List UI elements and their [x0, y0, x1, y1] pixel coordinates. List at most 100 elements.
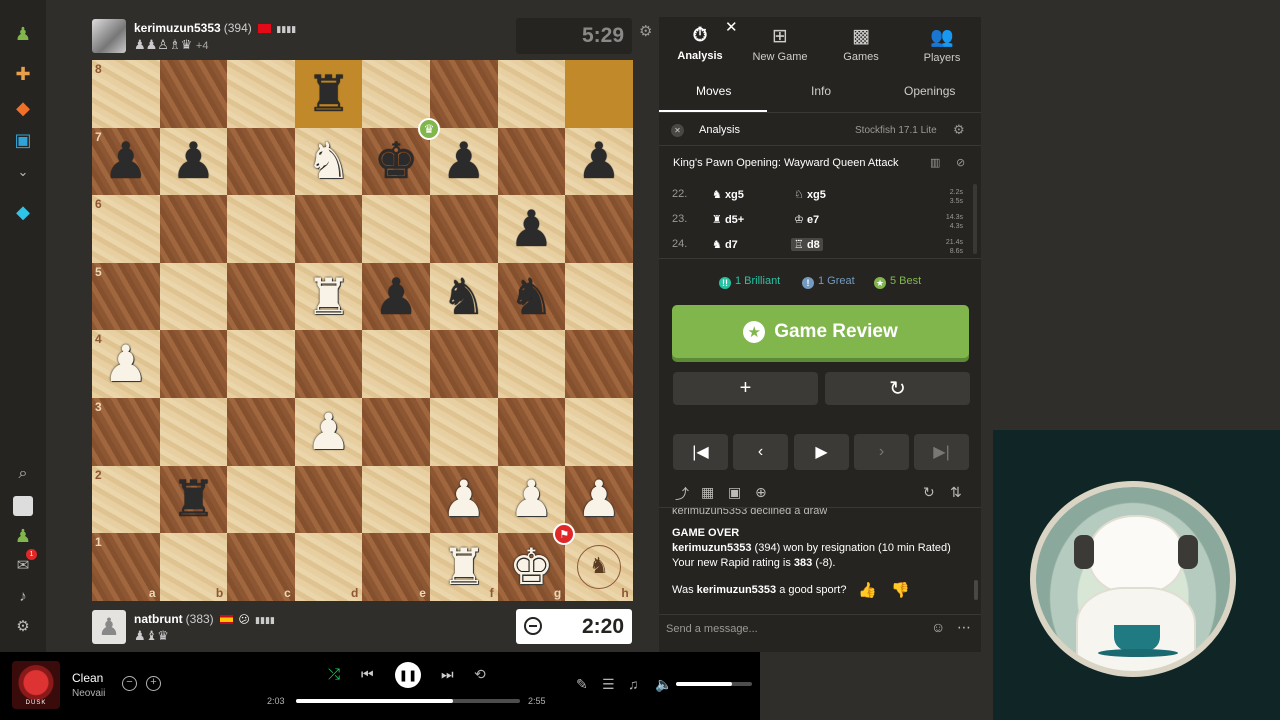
play-moves-button[interactable]: ▶ — [794, 434, 849, 470]
thumbs-down-icon[interactable]: 👎 — [891, 581, 910, 599]
square-a6[interactable]: 6 — [92, 195, 160, 263]
white-rook[interactable]: ♜ — [306, 272, 351, 322]
square-g1[interactable]: g ♚ ⚑ — [497, 523, 576, 601]
square-b4[interactable] — [159, 330, 228, 398]
square-g3[interactable] — [497, 397, 566, 466]
square-e2[interactable] — [362, 465, 430, 534]
skip-forward-icon[interactable]: ⏭ — [441, 666, 454, 683]
square-f3[interactable] — [429, 397, 498, 466]
white-move[interactable]: ♞ xg5 — [712, 188, 744, 201]
square-g4[interactable] — [497, 330, 566, 398]
subtab-info[interactable]: Info — [811, 84, 831, 98]
square-g5[interactable]: ♞ — [497, 262, 566, 331]
repeat-icon[interactable]: ⟲ — [474, 666, 486, 683]
black-pawn[interactable]: ♟ — [577, 136, 622, 186]
square-h7[interactable]: ♟ — [565, 127, 633, 196]
white-knight[interactable]: ♞ — [306, 136, 351, 186]
black-king[interactable]: ♚ — [374, 136, 419, 186]
moves-scrollbar[interactable] — [973, 184, 977, 254]
square-e6[interactable] — [362, 195, 430, 263]
square-a2[interactable]: 2 — [92, 465, 160, 534]
prev-move-button[interactable]: ‹ — [733, 434, 788, 470]
board-settings-gear-icon[interactable]: ⚙ — [639, 22, 652, 40]
friends-icon[interactable]: ♟ — [11, 524, 35, 548]
top-player-name[interactable]: kerimuzun5353 — [134, 21, 221, 35]
square-d8[interactable]: ♜ — [294, 60, 363, 128]
tab-players[interactable]: 👥 Players — [902, 25, 982, 64]
queue-icon[interactable]: ☰ — [602, 676, 615, 693]
square-c4[interactable] — [227, 330, 295, 398]
square-d4[interactable] — [294, 330, 363, 398]
analysis-toggle-icon[interactable]: ✕ — [671, 124, 684, 137]
black-knight[interactable]: ♞ — [441, 272, 486, 322]
square-a8[interactable]: 8 — [92, 60, 160, 128]
square-d5[interactable]: ♜ — [294, 262, 363, 331]
emoji-icon[interactable]: ☺ — [931, 619, 945, 635]
square-c2[interactable] — [227, 465, 295, 534]
square-b2[interactable]: ♜ — [159, 465, 228, 534]
square-h2[interactable]: ♟ — [565, 465, 633, 534]
square-b1[interactable]: b — [159, 533, 228, 601]
square-b5[interactable] — [159, 262, 228, 331]
bell-icon[interactable]: ♪ — [11, 584, 35, 608]
white-pawn[interactable]: ♟ — [103, 339, 148, 389]
square-d6[interactable] — [294, 195, 363, 263]
black-pawn[interactable]: ♟ — [171, 136, 216, 186]
reset-button[interactable]: ↻ — [825, 372, 970, 405]
white-rook[interactable]: ♜ — [441, 542, 486, 592]
square-b8[interactable] — [159, 60, 228, 128]
black-move[interactable]: ♘ xg5 — [794, 188, 826, 201]
diamond-icon[interactable]: ◆ — [11, 200, 35, 224]
square-e3[interactable] — [362, 397, 430, 466]
connect-device-icon[interactable]: ♫ — [628, 676, 639, 692]
book-icon[interactable]: ▥ — [930, 156, 940, 169]
skip-back-icon[interactable]: ⏮ — [361, 666, 374, 683]
square-h8[interactable] — [565, 60, 633, 128]
game-review-button[interactable]: ★ Game Review — [672, 305, 969, 358]
shuffle-icon[interactable]: ⤮ — [328, 666, 340, 683]
square-a3[interactable]: 3 — [92, 397, 160, 466]
white-move[interactable]: ♜ d5+ — [712, 213, 744, 226]
square-e5[interactable]: ♟ — [362, 262, 430, 331]
black-move[interactable]: ♔ e7 — [794, 213, 819, 226]
square-a7[interactable]: 7 ♟ — [92, 127, 160, 196]
white-king[interactable]: ♚ — [509, 542, 554, 592]
square-e8[interactable] — [362, 60, 430, 128]
square-e7[interactable]: ♚ ♛ — [362, 117, 440, 196]
top-player-avatar[interactable] — [92, 19, 126, 53]
rematch-icon[interactable]: ↻ — [923, 484, 935, 501]
puzzle-icon[interactable]: ✚ — [11, 62, 35, 86]
analysis-board-icon[interactable]: ▦ — [701, 484, 714, 501]
album-art[interactable]: DUSK — [12, 661, 60, 709]
square-g8[interactable] — [497, 60, 566, 128]
square-d3[interactable]: ♟ — [294, 397, 363, 466]
black-move-selected[interactable]: ♖ d8 — [791, 238, 823, 251]
black-pawn[interactable]: ♟ — [441, 136, 486, 186]
zoom-icon[interactable]: ⊕ — [755, 484, 767, 501]
square-h3[interactable] — [565, 397, 633, 466]
white-pawn[interactable]: ♟ — [509, 474, 554, 524]
black-pawn[interactable]: ♟ — [103, 136, 148, 186]
black-pawn[interactable]: ♟ — [374, 272, 419, 322]
winner-name[interactable]: kerimuzun5353 — [672, 542, 751, 554]
image-icon[interactable]: ▣ — [728, 484, 741, 501]
square-h1[interactable]: h ♞ — [565, 533, 633, 601]
tab-games[interactable]: ▩ Games — [821, 25, 901, 63]
track-title[interactable]: Clean — [72, 671, 103, 685]
square-c6[interactable] — [227, 195, 295, 263]
square-f8[interactable] — [429, 60, 498, 128]
opponent-name[interactable]: kerimuzun5353 — [697, 584, 776, 596]
chat-scrollbar[interactable] — [974, 580, 978, 600]
first-move-button[interactable]: |◀ — [673, 434, 728, 470]
bottom-player-avatar[interactable]: ♟ — [92, 610, 126, 644]
tab-analysis[interactable]: ⏱ Analysis — [660, 25, 740, 62]
subtab-moves[interactable]: Moves — [696, 84, 731, 98]
square-d2[interactable] — [294, 465, 363, 534]
square-f1[interactable]: f ♜ — [429, 533, 498, 601]
black-knight[interactable]: ♞ — [509, 272, 554, 322]
square-f7[interactable]: ♟ — [429, 127, 498, 196]
learn-icon[interactable]: ◆ — [11, 96, 35, 120]
pawn-icon[interactable]: ♟ — [11, 22, 35, 46]
flip-board-icon[interactable]: ⇅ — [950, 484, 962, 501]
tab-new-game[interactable]: ⊞ New Game — [740, 25, 820, 63]
